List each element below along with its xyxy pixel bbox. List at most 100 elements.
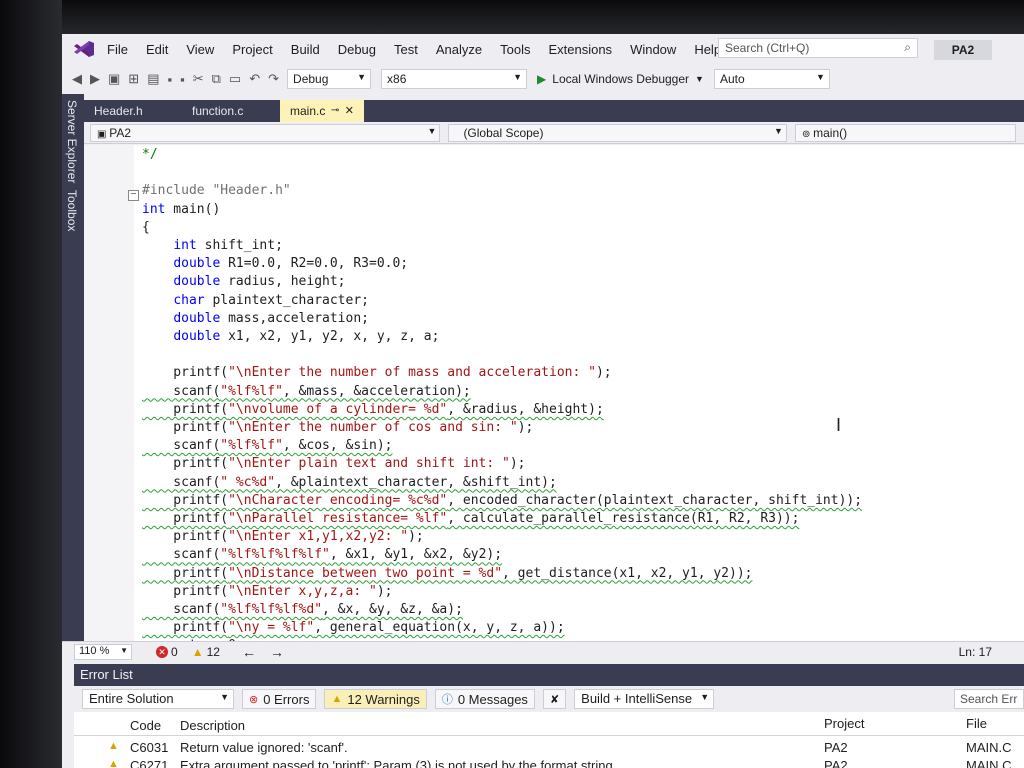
code-line: int shift_int; bbox=[173, 238, 283, 253]
zoom-value: 110 % bbox=[79, 644, 110, 657]
collapse-icon[interactable]: − bbox=[128, 190, 139, 201]
menu-analyze[interactable]: Analyze bbox=[427, 42, 491, 57]
paste-icon[interactable]: ▭ bbox=[229, 71, 241, 87]
next-issue-arrow-icon[interactable]: → bbox=[270, 644, 284, 660]
chevron-down-icon: ▼ bbox=[120, 645, 128, 655]
menu-build[interactable]: Build bbox=[282, 42, 329, 57]
row-file: MAIN.C bbox=[966, 740, 1012, 755]
solution-name-badge: PA2 bbox=[934, 40, 992, 60]
code-editor[interactable]: − */ #include "Header.h" int main() { int s… bbox=[84, 145, 1024, 641]
open-file-icon[interactable]: ▤ bbox=[147, 71, 159, 87]
warnings-filter-button[interactable]: ▲ 12 Warnings bbox=[324, 689, 427, 709]
editor-margin bbox=[84, 145, 134, 641]
undo-icon[interactable]: ↶ bbox=[249, 71, 260, 87]
code-line: { bbox=[142, 219, 150, 235]
warnings-filter-label: 12 Warnings bbox=[347, 691, 420, 707]
menu-view[interactable]: View bbox=[177, 42, 223, 57]
code-line: scanf("%lf%lf%lf%d", &x, &y, &z, &a); bbox=[142, 602, 463, 617]
back-icon[interactable]: ◀ bbox=[72, 71, 82, 87]
tab-header-h[interactable]: Header.h bbox=[84, 100, 182, 122]
errors-filter-button[interactable]: ⊗ 0 Errors bbox=[242, 689, 317, 709]
row-code: C6031 bbox=[130, 740, 169, 755]
project-select[interactable]: ▣ PA2 ▼ bbox=[90, 123, 441, 142]
code-line: printf("\nCharacter encoding= %c%d", enc… bbox=[142, 492, 863, 508]
column-description[interactable]: Description bbox=[180, 718, 245, 733]
visual-studio-logo-icon bbox=[70, 38, 98, 60]
menu-project[interactable]: Project bbox=[223, 42, 281, 57]
row-project: PA2 bbox=[824, 758, 848, 768]
configuration-value: Debug bbox=[293, 72, 329, 86]
method-icon: ⊚ bbox=[801, 128, 814, 140]
table-row[interactable]: ▲ C6271 Extra argument passed to 'printf… bbox=[74, 756, 1024, 768]
menu-edit[interactable]: Edit bbox=[137, 42, 177, 57]
error-source-select[interactable]: Build + IntelliSense ▼ bbox=[574, 689, 715, 709]
menu-file[interactable]: File bbox=[98, 42, 137, 57]
pin-icon[interactable]: ⊸ bbox=[331, 100, 339, 122]
code-line: printf("\nParallel resistance= %lf", cal… bbox=[142, 511, 800, 526]
menu-bar: File Edit View Project Build Debug Test … bbox=[62, 34, 1024, 64]
menu-debug[interactable]: Debug bbox=[329, 42, 385, 57]
start-debugging-button[interactable]: ▶ Local Windows Debugger ▼ bbox=[537, 72, 704, 86]
menu-window[interactable]: Window bbox=[621, 42, 685, 57]
column-code[interactable]: Code bbox=[130, 718, 161, 733]
code-line: double mass,acceleration; bbox=[173, 310, 369, 326]
messages-filter-label: 0 Messages bbox=[457, 691, 528, 707]
redo-icon[interactable]: ↷ bbox=[268, 71, 279, 87]
filter-toggle-button[interactable]: ✘ bbox=[542, 689, 567, 709]
code-line: printf("\nDistance between two point = %… bbox=[142, 565, 753, 581]
text-cursor-icon: I bbox=[836, 415, 842, 435]
cut-icon[interactable]: ✂ bbox=[193, 71, 204, 87]
tab-function-c[interactable]: function.c bbox=[182, 100, 280, 122]
search-input[interactable]: Search (Ctrl+Q) ⌕ bbox=[718, 38, 918, 58]
code-line: double R1=0.0, R2=0.0, R3=0.0; bbox=[173, 256, 409, 272]
code-line: printf("\ny = %lf", general_equation(x, … bbox=[142, 620, 565, 636]
chevron-down-icon: ▼ bbox=[427, 125, 437, 136]
chevron-down-icon: ▼ bbox=[513, 72, 523, 82]
error-scope-select[interactable]: Entire Solution ▼ bbox=[82, 689, 234, 709]
platform-select[interactable]: x86 ▼ bbox=[381, 69, 528, 89]
messages-filter-button[interactable]: ⓘ 0 Messages bbox=[434, 689, 535, 709]
chevron-down-icon: ▼ bbox=[695, 74, 704, 84]
save-icon[interactable]: ▪ bbox=[168, 72, 173, 87]
error-search-input[interactable]: Search Err bbox=[954, 689, 1024, 709]
configuration-select[interactable]: Debug ▼ bbox=[287, 69, 372, 89]
server-explorer-tab[interactable]: Server Explorer bbox=[65, 100, 79, 183]
table-row[interactable]: ▲ C6031 Return value ignored: 'scanf'. P… bbox=[74, 738, 1024, 756]
previous-issue-arrow-icon[interactable]: ← bbox=[242, 644, 256, 660]
code-line: printf("\nEnter x1,y1,x2,y2: "); bbox=[142, 529, 424, 545]
warning-count[interactable]: 12 bbox=[207, 645, 220, 659]
zoom-select[interactable]: 110 % ▼ bbox=[74, 643, 132, 660]
scope-select[interactable]: (Global Scope) ▼ bbox=[448, 123, 787, 142]
error-icon: ✕ bbox=[156, 645, 168, 658]
column-file[interactable]: File bbox=[966, 716, 987, 731]
code-line: double x1, x2, y1, y2, x, y, z, a; bbox=[173, 329, 440, 344]
member-select[interactable]: ⊚ main() bbox=[794, 123, 1016, 142]
error-search-placeholder: Search Err bbox=[960, 692, 1018, 706]
error-count[interactable]: 0 bbox=[171, 645, 178, 659]
code-line: printf("\nvolume of a cylinder= %d", &ra… bbox=[142, 401, 604, 417]
toolbox-tab[interactable]: Toolbox bbox=[65, 190, 79, 231]
tab-main-c[interactable]: main.c ⊸ ✕ bbox=[280, 100, 364, 122]
search-icon: ⌕ bbox=[904, 40, 911, 54]
debugger-option-select[interactable]: Auto ▼ bbox=[713, 69, 830, 89]
code-line: scanf(" %c%d", &plaintext_character, &sh… bbox=[142, 474, 557, 490]
add-item-icon[interactable]: ⊞ bbox=[128, 71, 139, 87]
new-project-icon[interactable]: ▣ bbox=[108, 71, 120, 87]
menu-extensions[interactable]: Extensions bbox=[539, 42, 621, 57]
copy-icon[interactable]: ⧉ bbox=[212, 71, 221, 87]
save-all-icon[interactable]: ▪ bbox=[180, 72, 185, 87]
column-project[interactable]: Project bbox=[824, 716, 864, 731]
chevron-down-icon: ▼ bbox=[700, 692, 710, 702]
project-icon: ▣ bbox=[97, 128, 110, 140]
menu-tools[interactable]: Tools bbox=[491, 42, 539, 57]
error-table-header: Code Description Project File bbox=[74, 712, 1024, 736]
chevron-down-icon: ▼ bbox=[774, 125, 783, 136]
menu-test[interactable]: Test bbox=[385, 42, 427, 57]
close-icon[interactable]: ✕ bbox=[345, 100, 354, 122]
error-list-table: Code Description Project File ▲ C6031 Re… bbox=[74, 712, 1024, 768]
forward-icon[interactable]: ▶ bbox=[90, 71, 100, 87]
tab-label: function.c bbox=[192, 104, 244, 118]
scope-value: (Global Scope) bbox=[463, 125, 544, 140]
code-line: int main() bbox=[142, 201, 221, 217]
code-line: scanf("%lf%lf%lf%lf", &x1, &y1, &x2, &y2… bbox=[142, 547, 503, 563]
